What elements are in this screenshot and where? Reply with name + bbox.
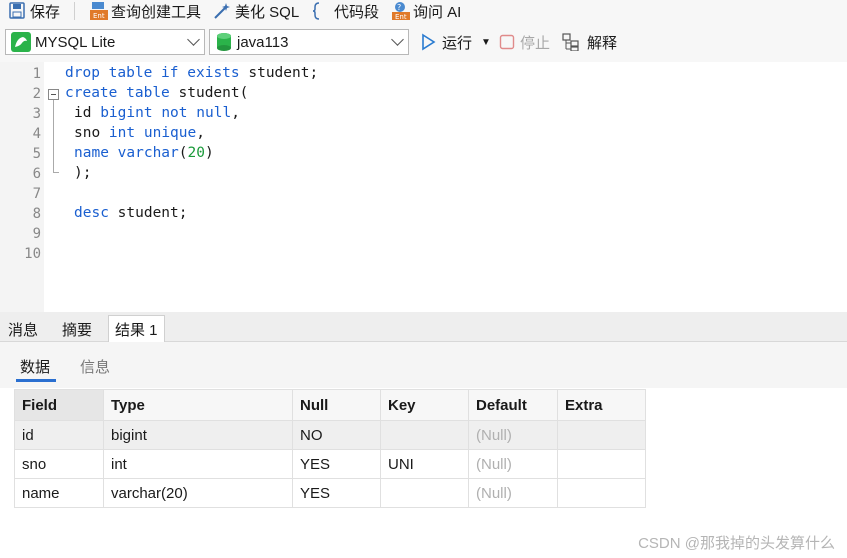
header-row: Field Type Null Key Default Extra bbox=[14, 389, 646, 421]
svg-text:?: ? bbox=[397, 3, 401, 12]
beautify-icon bbox=[213, 2, 231, 20]
save-button[interactable]: 保存 bbox=[8, 0, 60, 22]
stop-icon bbox=[499, 34, 515, 50]
line-number: 1 bbox=[32, 66, 41, 82]
table-row[interactable]: name varchar(20) YES (Null) bbox=[14, 478, 646, 508]
ask-ai-label: 询问 AI bbox=[413, 3, 462, 21]
code-line: desc student; bbox=[74, 205, 188, 221]
snippet-button[interactable]: 代码段 bbox=[312, 0, 379, 22]
explain-icon bbox=[562, 33, 582, 52]
line-number: 3 bbox=[32, 106, 41, 122]
run-icon bbox=[419, 33, 437, 51]
stop-label: 停止 bbox=[520, 34, 551, 52]
cell-key[interactable] bbox=[380, 478, 469, 508]
cell-extra[interactable] bbox=[557, 449, 646, 479]
svg-text:Ent: Ent bbox=[93, 12, 105, 20]
line-number: 8 bbox=[32, 206, 41, 222]
tab-messages[interactable]: 消息 bbox=[2, 317, 44, 342]
run-label: 运行 bbox=[442, 34, 473, 52]
cell-null[interactable]: YES bbox=[292, 478, 381, 508]
code-line: id bigint not null, bbox=[74, 105, 240, 121]
beautify-sql-button[interactable]: 美化 SQL bbox=[213, 0, 299, 22]
query-toolbar: MYSQL Lite java113 运行 ▼ 停止 解释 bbox=[0, 22, 847, 62]
cell-default[interactable]: (Null) bbox=[468, 449, 558, 479]
svg-text:Ent: Ent bbox=[395, 13, 407, 20]
line-number: 2 bbox=[32, 86, 41, 102]
stop-button[interactable]: 停止 bbox=[499, 30, 550, 54]
result-subtabs: 数据 信息 bbox=[0, 342, 847, 388]
line-number-gutter: 1 2 3 4 5 6 7 8 9 10 bbox=[0, 62, 44, 312]
explain-button[interactable]: 解释 bbox=[562, 30, 617, 54]
beautify-label: 美化 SQL bbox=[235, 3, 300, 21]
code-line: create table student( bbox=[65, 85, 249, 101]
query-builder-button[interactable]: Ent 查询创建工具 bbox=[89, 0, 201, 22]
column-header[interactable]: Key bbox=[380, 389, 469, 421]
mysql-icon bbox=[11, 32, 31, 52]
toolbar-divider bbox=[74, 2, 75, 20]
main-toolbar: 保存 Ent 查询创建工具 美化 SQL 代码段 ? Ent 询问 AI bbox=[0, 0, 847, 22]
column-header[interactable]: Default bbox=[468, 389, 558, 421]
column-header[interactable]: Type bbox=[103, 389, 293, 421]
cell-default[interactable]: (Null) bbox=[468, 478, 558, 508]
column-header[interactable]: Null bbox=[292, 389, 381, 421]
line-number: 4 bbox=[32, 126, 41, 142]
table-row[interactable]: sno int YES UNI (Null) bbox=[14, 449, 646, 479]
query-builder-icon: Ent bbox=[89, 2, 108, 20]
result-tabs: 消息 摘要 结果 1 bbox=[0, 312, 847, 343]
cell-type[interactable]: varchar(20) bbox=[103, 478, 293, 508]
database-icon bbox=[215, 32, 233, 52]
ask-ai-button[interactable]: ? Ent 询问 AI bbox=[391, 0, 461, 22]
snippet-label: 代码段 bbox=[334, 3, 380, 21]
cell-null[interactable]: YES bbox=[292, 449, 381, 479]
line-number: 10 bbox=[24, 246, 41, 262]
cell-key[interactable]: UNI bbox=[380, 449, 469, 479]
tab-summary[interactable]: 摘要 bbox=[56, 317, 98, 342]
save-icon bbox=[8, 2, 26, 20]
cell-field[interactable]: id bbox=[14, 420, 104, 450]
fold-guide-end bbox=[53, 172, 59, 173]
query-builder-label: 查询创建工具 bbox=[111, 3, 202, 21]
fold-toggle[interactable] bbox=[48, 89, 59, 100]
cell-field[interactable]: name bbox=[14, 478, 104, 508]
subtab-info[interactable]: 信息 bbox=[80, 356, 110, 377]
database-select[interactable]: java113 bbox=[209, 29, 409, 55]
line-number: 7 bbox=[32, 186, 41, 202]
sql-editor[interactable]: 1 2 3 4 5 6 7 8 9 10 drop table if exist… bbox=[0, 62, 847, 312]
ai-icon: ? Ent bbox=[391, 2, 410, 21]
code-line: name varchar(20) bbox=[74, 145, 214, 161]
line-number: 6 bbox=[32, 166, 41, 182]
database-value: java113 bbox=[237, 33, 289, 51]
cell-field[interactable]: sno bbox=[14, 449, 104, 479]
table-row[interactable]: id bigint NO (Null) bbox=[14, 420, 646, 450]
cell-type[interactable]: int bbox=[103, 449, 293, 479]
tab-result-1[interactable]: 结果 1 bbox=[108, 315, 165, 343]
cell-null[interactable]: NO bbox=[292, 420, 381, 450]
save-label: 保存 bbox=[30, 3, 61, 21]
code-line: sno int unique, bbox=[74, 125, 205, 141]
cell-key[interactable] bbox=[380, 420, 469, 450]
cell-extra[interactable] bbox=[557, 478, 646, 508]
watermark: CSDN @那我掉的头发算什么 bbox=[638, 535, 835, 552]
code-line: ); bbox=[74, 165, 92, 181]
result-table: Field Type Null Key Default Extra id big… bbox=[14, 389, 646, 508]
connection-value: MYSQL Lite bbox=[35, 33, 116, 51]
fold-guide bbox=[53, 100, 54, 172]
run-dropdown-icon[interactable]: ▼ bbox=[481, 37, 491, 48]
cell-extra[interactable] bbox=[557, 420, 646, 450]
chevron-down-icon bbox=[391, 33, 404, 46]
line-number: 5 bbox=[32, 146, 41, 162]
column-header[interactable]: Extra bbox=[557, 389, 646, 421]
connection-select[interactable]: MYSQL Lite bbox=[5, 29, 205, 55]
cell-default[interactable]: (Null) bbox=[468, 420, 558, 450]
run-button[interactable]: 运行 ▼ bbox=[419, 30, 491, 54]
explain-label: 解释 bbox=[587, 34, 618, 52]
snippet-icon bbox=[312, 2, 330, 20]
code-line: drop table if exists student; bbox=[65, 65, 319, 81]
column-header[interactable]: Field bbox=[14, 389, 104, 421]
subtab-data[interactable]: 数据 bbox=[20, 356, 50, 377]
cell-type[interactable]: bigint bbox=[103, 420, 293, 450]
line-number: 9 bbox=[32, 226, 41, 242]
chevron-down-icon bbox=[187, 33, 200, 46]
active-subtab-indicator bbox=[16, 379, 56, 382]
